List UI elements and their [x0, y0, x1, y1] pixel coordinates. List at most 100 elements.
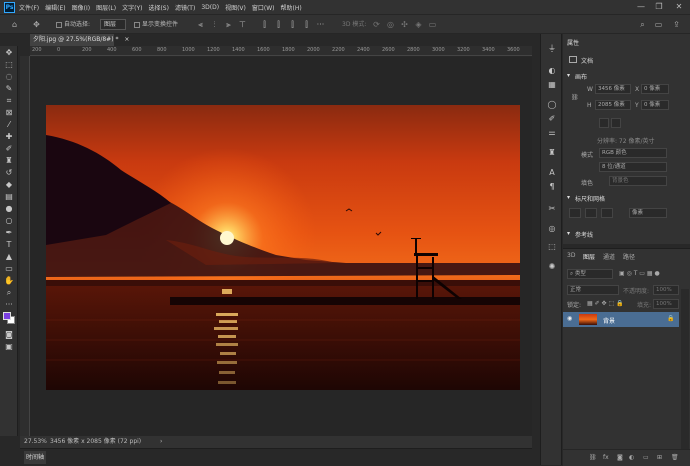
- link-layers-icon[interactable]: ⛓: [589, 454, 597, 461]
- menu-layer[interactable]: 图层(L): [96, 3, 116, 12]
- align-top-icon[interactable]: ⊤: [238, 20, 247, 29]
- frame-tool-icon[interactable]: ⊠: [3, 108, 15, 118]
- search-icon[interactable]: ⌕: [638, 20, 647, 29]
- auto-select-checkbox[interactable]: 自动选择:: [56, 19, 90, 30]
- menu-window[interactable]: 窗口(W): [252, 3, 275, 12]
- 3d-roll-icon[interactable]: ◎: [386, 20, 395, 29]
- filter-icons[interactable]: ▣ ◎ T ▭ ▦ ●: [619, 270, 660, 277]
- move-tool-icon[interactable]: ✥: [3, 48, 15, 58]
- align-left-icon[interactable]: ⫷: [196, 20, 205, 29]
- grid-toggle-icon[interactable]: [585, 208, 597, 218]
- hand-tool-icon[interactable]: ✋: [3, 276, 15, 286]
- tab-timeline[interactable]: 时间轴: [24, 451, 46, 464]
- pen-tool-icon[interactable]: ✒: [3, 228, 15, 238]
- history-brush-icon[interactable]: ↺: [3, 168, 15, 178]
- visibility-eye-icon[interactable]: ◉: [567, 315, 572, 322]
- brush-tool-icon[interactable]: ✐: [3, 144, 15, 154]
- foreground-color-swatch[interactable]: [3, 312, 11, 320]
- adjustments-panel-icon[interactable]: ◯: [546, 100, 558, 110]
- layers-scrollbar[interactable]: [681, 289, 689, 449]
- more-tools-icon[interactable]: ···: [3, 300, 15, 310]
- gradient-tool-icon[interactable]: ▤: [3, 192, 15, 202]
- canvas-section-arrow-icon[interactable]: ▾: [567, 72, 570, 79]
- eyedropper-tool-icon[interactable]: ⁄: [3, 120, 15, 130]
- mode-dropdown[interactable]: RGB 颜色: [599, 148, 667, 158]
- tools-panel-icon[interactable]: ✂: [546, 204, 558, 214]
- new-layer-icon[interactable]: ⊞: [657, 454, 662, 461]
- add-mask-icon[interactable]: ◙: [617, 454, 623, 461]
- brush-settings-icon[interactable]: ⚌: [546, 128, 558, 138]
- zoom-tool-icon[interactable]: ⌕: [3, 288, 15, 298]
- height-field[interactable]: 2085 像素: [595, 100, 631, 110]
- pixel-grid-icon[interactable]: [601, 208, 613, 218]
- layer-filter-dropdown[interactable]: ⌕ 类型: [567, 269, 613, 279]
- menu-view[interactable]: 视图(V): [225, 3, 246, 12]
- quick-mask-icon[interactable]: ◙: [3, 330, 15, 340]
- dodge-tool-icon[interactable]: ○: [3, 216, 15, 226]
- show-transform-checkbox[interactable]: 显示变换控件: [134, 19, 178, 30]
- fx-icon[interactable]: fx: [603, 454, 609, 461]
- menu-filter[interactable]: 滤镜(T): [175, 3, 195, 12]
- align-right-icon[interactable]: ⫸: [224, 20, 233, 29]
- stamp-panel-icon[interactable]: ♜: [546, 148, 558, 158]
- tab-3d[interactable]: 3D: [567, 252, 575, 259]
- lock-icons[interactable]: ▦ ✐ ✥ ⬚ 🔒: [587, 300, 624, 307]
- layer-comps-icon[interactable]: ◎: [546, 224, 558, 234]
- tab-paths[interactable]: 路径: [623, 252, 635, 261]
- screen-mode-icon[interactable]: ▣: [3, 342, 15, 352]
- close-tab-icon[interactable]: ×: [124, 36, 129, 43]
- minimize-button[interactable]: —: [636, 2, 646, 12]
- zoom-level[interactable]: 27.53%: [24, 436, 47, 448]
- menu-edit[interactable]: 编辑(E): [45, 3, 65, 12]
- move-tool-icon[interactable]: ✥: [32, 20, 41, 29]
- distribute-top-icon[interactable]: ⫿: [302, 20, 311, 29]
- width-field[interactable]: 3456 像素: [595, 84, 631, 94]
- tab-channels[interactable]: 通道: [603, 252, 615, 261]
- crop-tool-icon[interactable]: ⌗: [3, 96, 15, 106]
- menu-file[interactable]: 文件(F): [19, 3, 39, 12]
- type-tool-icon[interactable]: T: [3, 240, 15, 250]
- 3d-slide-icon[interactable]: ◈: [414, 20, 423, 29]
- distribute-center-icon[interactable]: ⫿: [274, 20, 283, 29]
- auto-select-dropdown[interactable]: 图层: [100, 19, 126, 30]
- libraries-panel-icon[interactable]: ✺: [546, 262, 558, 272]
- link-dimensions-icon[interactable]: ⛓: [571, 94, 579, 101]
- share-icon[interactable]: ⇪: [672, 20, 681, 29]
- swatches-panel-icon[interactable]: ▦: [546, 80, 558, 90]
- marquee-tool-icon[interactable]: ⬚: [3, 60, 15, 70]
- 3d-scale-icon[interactable]: ▭: [428, 20, 437, 29]
- ruler-toggle-icon[interactable]: [569, 208, 581, 218]
- x-field[interactable]: 0 像素: [641, 84, 669, 94]
- bit-depth-dropdown[interactable]: 8 位/通道: [599, 162, 667, 172]
- color-panel-icon[interactable]: ◐: [546, 66, 558, 76]
- quick-select-tool-icon[interactable]: ✎: [3, 84, 15, 94]
- lasso-tool-icon[interactable]: ◌: [3, 72, 15, 82]
- paragraph-panel-icon[interactable]: ¶: [546, 182, 558, 192]
- history-panel-icon[interactable]: ⏚: [546, 44, 558, 54]
- paths-panel-icon[interactable]: ⬚: [546, 242, 558, 252]
- status-arrow-icon[interactable]: ›: [160, 436, 162, 448]
- path-select-tool-icon[interactable]: ▲: [3, 252, 15, 262]
- blend-mode-dropdown[interactable]: 正常: [567, 285, 619, 295]
- tab-document[interactable]: 夕阳.jpg @ 27.5%(RGB/8#) * ×: [30, 34, 129, 46]
- opacity-field[interactable]: 100%: [653, 285, 679, 295]
- align-center-icon[interactable]: ⫶: [210, 20, 219, 29]
- tab-layers[interactable]: 图层: [583, 252, 595, 261]
- workspace-icon[interactable]: ▭: [654, 20, 663, 29]
- brushes-panel-icon[interactable]: ✐: [546, 114, 558, 124]
- menu-image[interactable]: 图像(I): [72, 3, 90, 12]
- menu-select[interactable]: 选择(S): [148, 3, 169, 12]
- guides-section-arrow-icon[interactable]: ▾: [567, 230, 570, 237]
- y-field[interactable]: 0 像素: [641, 100, 669, 110]
- distribute-right-icon[interactable]: ⫿: [288, 20, 297, 29]
- adjustment-layer-icon[interactable]: ◐: [629, 454, 634, 461]
- home-icon[interactable]: ⌂: [10, 20, 19, 29]
- 3d-rotate-icon[interactable]: ⟳: [372, 20, 381, 29]
- canvas-area[interactable]: [30, 57, 532, 436]
- rulers-section-arrow-icon[interactable]: ▾: [567, 194, 570, 201]
- sunset-image[interactable]: [46, 105, 520, 390]
- healing-brush-icon[interactable]: ✚: [3, 132, 15, 142]
- ruler-unit-dropdown[interactable]: 像素: [629, 208, 667, 218]
- shape-tool-icon[interactable]: ▭: [3, 264, 15, 274]
- distribute-left-icon[interactable]: ⫿: [260, 20, 269, 29]
